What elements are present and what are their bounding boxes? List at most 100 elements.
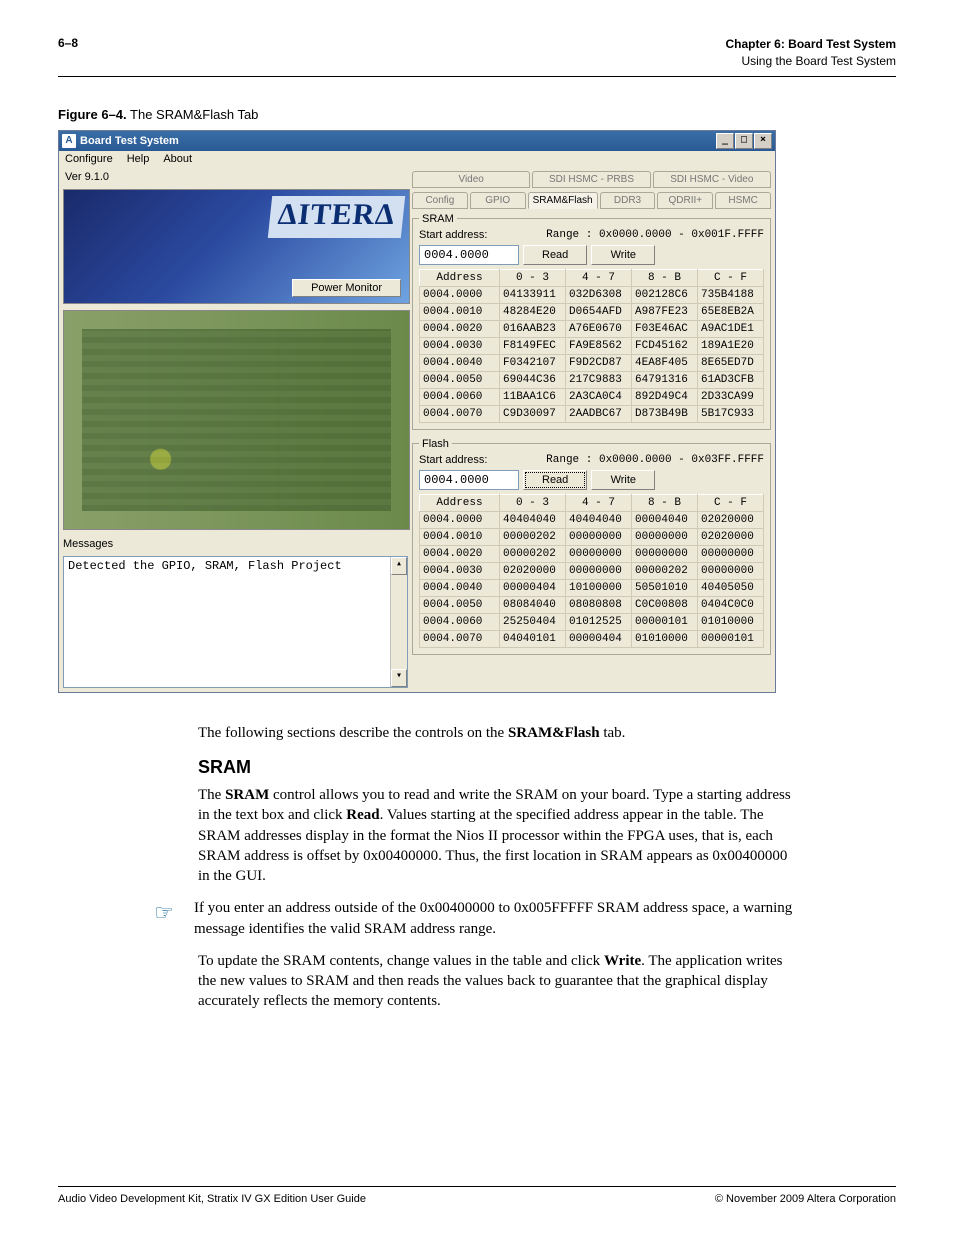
flash-write-button[interactable]: Write: [591, 470, 655, 490]
sram-write-button[interactable]: Write: [591, 245, 655, 265]
flash-cell[interactable]: 0004.0060: [420, 613, 500, 630]
tab-sramflash[interactable]: SRAM&Flash: [528, 192, 598, 209]
tab-video[interactable]: Video: [412, 171, 530, 188]
tab-gpio[interactable]: GPIO: [470, 192, 526, 209]
sram-cell[interactable]: 65E8EB2A: [698, 303, 764, 320]
menu-configure[interactable]: Configure: [65, 153, 113, 165]
sram-row[interactable]: 0004.000004133911032D6308002128C6735B418…: [420, 286, 764, 303]
messages-scrollbar[interactable]: ▴ ▾: [390, 557, 407, 687]
sram-cell[interactable]: 0004.0000: [420, 286, 500, 303]
sram-cell[interactable]: 2D33CA99: [698, 388, 764, 405]
sram-cell[interactable]: 69044C36: [500, 371, 566, 388]
sram-cell[interactable]: 0004.0050: [420, 371, 500, 388]
flash-cell[interactable]: 40404040: [500, 511, 566, 528]
flash-cell[interactable]: 01010000: [632, 630, 698, 647]
flash-row[interactable]: 0004.00004040404040404040000040400202000…: [420, 511, 764, 528]
flash-cell[interactable]: 00000000: [566, 562, 632, 579]
flash-cell[interactable]: 00000202: [632, 562, 698, 579]
sram-header[interactable]: Address: [420, 269, 500, 286]
sram-cell[interactable]: 61AD3CFB: [698, 371, 764, 388]
sram-header[interactable]: C - F: [698, 269, 764, 286]
flash-cell[interactable]: 08080808: [566, 596, 632, 613]
sram-cell[interactable]: 0004.0010: [420, 303, 500, 320]
sram-cell[interactable]: FCD45162: [632, 337, 698, 354]
flash-header[interactable]: 8 - B: [632, 494, 698, 511]
flash-cell[interactable]: 25250404: [500, 613, 566, 630]
flash-cell[interactable]: 02020000: [698, 528, 764, 545]
sram-cell[interactable]: 48284E20: [500, 303, 566, 320]
sram-read-button[interactable]: Read: [523, 245, 587, 265]
sram-cell[interactable]: 0004.0030: [420, 337, 500, 354]
flash-cell[interactable]: 00000000: [698, 545, 764, 562]
flash-cell[interactable]: 00000404: [500, 579, 566, 596]
flash-cell[interactable]: 00000202: [500, 528, 566, 545]
titlebar[interactable]: A Board Test System _ □ ×: [59, 131, 775, 151]
flash-table[interactable]: Address0 - 34 - 78 - BC - F 0004.0000404…: [419, 494, 764, 648]
tab-qdrii[interactable]: QDRII+: [657, 192, 713, 209]
sram-cell[interactable]: 217C9883: [566, 371, 632, 388]
flash-row[interactable]: 0004.00500808404008080808C0C008080404C0C…: [420, 596, 764, 613]
close-button[interactable]: ×: [754, 133, 772, 149]
flash-cell[interactable]: 0004.0020: [420, 545, 500, 562]
sram-cell[interactable]: FA9E8562: [566, 337, 632, 354]
flash-cell[interactable]: 0004.0000: [420, 511, 500, 528]
flash-cell[interactable]: 0004.0070: [420, 630, 500, 647]
flash-cell[interactable]: 0404C0C0: [698, 596, 764, 613]
flash-cell[interactable]: 0004.0050: [420, 596, 500, 613]
sram-cell[interactable]: 0004.0040: [420, 354, 500, 371]
sram-cell[interactable]: 735B4188: [698, 286, 764, 303]
tab-ddr3[interactable]: DDR3: [600, 192, 656, 209]
sram-cell[interactable]: 0004.0070: [420, 405, 500, 422]
sram-cell[interactable]: 0004.0060: [420, 388, 500, 405]
flash-cell[interactable]: 0004.0030: [420, 562, 500, 579]
sram-row[interactable]: 0004.0040F0342107F9D2CD874EA8F4058E65ED7…: [420, 354, 764, 371]
flash-cell[interactable]: 01010000: [698, 613, 764, 630]
sram-row[interactable]: 0004.001048284E20D0654AFDA987FE2365E8EB2…: [420, 303, 764, 320]
sram-header[interactable]: 4 - 7: [566, 269, 632, 286]
sram-table[interactable]: Address0 - 34 - 78 - BC - F 0004.0000041…: [419, 269, 764, 423]
sram-cell[interactable]: F9D2CD87: [566, 354, 632, 371]
flash-header[interactable]: 4 - 7: [566, 494, 632, 511]
sram-cell[interactable]: 64791316: [632, 371, 698, 388]
flash-cell[interactable]: 00000000: [698, 562, 764, 579]
flash-cell[interactable]: 00004040: [632, 511, 698, 528]
flash-cell[interactable]: 50501010: [632, 579, 698, 596]
sram-cell[interactable]: 892D49C4: [632, 388, 698, 405]
sram-row[interactable]: 0004.0070C9D300972AADBC67D873B49B5B17C93…: [420, 405, 764, 422]
flash-row[interactable]: 0004.00700404010100000404010100000000010…: [420, 630, 764, 647]
sram-row[interactable]: 0004.0020016AAB23A76E0670F03E46ACA9AC1DE…: [420, 320, 764, 337]
flash-row[interactable]: 0004.00200000020200000000000000000000000…: [420, 545, 764, 562]
flash-cell[interactable]: 00000000: [566, 545, 632, 562]
sram-cell[interactable]: 2A3CA0C4: [566, 388, 632, 405]
sram-cell[interactable]: 11BAA1C6: [500, 388, 566, 405]
flash-row[interactable]: 0004.00602525040401012525000001010101000…: [420, 613, 764, 630]
sram-cell[interactable]: D873B49B: [632, 405, 698, 422]
tab-hsmc[interactable]: HSMC: [715, 192, 771, 209]
flash-cell[interactable]: 02020000: [500, 562, 566, 579]
flash-header[interactable]: 0 - 3: [500, 494, 566, 511]
messages-box[interactable]: Detected the GPIO, SRAM, Flash Project ▴…: [63, 556, 408, 688]
flash-cell[interactable]: 00000000: [632, 528, 698, 545]
flash-row[interactable]: 0004.00300202000000000000000002020000000…: [420, 562, 764, 579]
sram-row[interactable]: 0004.0030F8149FECFA9E8562FCD45162189A1E2…: [420, 337, 764, 354]
flash-header[interactable]: C - F: [698, 494, 764, 511]
sram-cell[interactable]: 002128C6: [632, 286, 698, 303]
flash-cell[interactable]: 00000000: [566, 528, 632, 545]
sram-cell[interactable]: A76E0670: [566, 320, 632, 337]
sram-cell[interactable]: A9AC1DE1: [698, 320, 764, 337]
power-monitor-button[interactable]: Power Monitor: [292, 279, 401, 297]
sram-cell[interactable]: F03E46AC: [632, 320, 698, 337]
sram-cell[interactable]: 032D6308: [566, 286, 632, 303]
flash-row[interactable]: 0004.00100000020200000000000000000202000…: [420, 528, 764, 545]
flash-address-input[interactable]: [419, 470, 519, 490]
sram-row[interactable]: 0004.006011BAA1C62A3CA0C4892D49C42D33CA9…: [420, 388, 764, 405]
tab-sdi-prbs[interactable]: SDI HSMC - PRBS: [532, 171, 650, 188]
flash-cell[interactable]: 00000101: [632, 613, 698, 630]
flash-cell[interactable]: 0004.0040: [420, 579, 500, 596]
scroll-up-icon[interactable]: ▴: [391, 557, 407, 575]
sram-cell[interactable]: F0342107: [500, 354, 566, 371]
flash-read-button[interactable]: Read: [523, 470, 587, 490]
flash-row[interactable]: 0004.00400000040410100000505010104040505…: [420, 579, 764, 596]
flash-cell[interactable]: 0004.0010: [420, 528, 500, 545]
flash-cell[interactable]: 00000202: [500, 545, 566, 562]
